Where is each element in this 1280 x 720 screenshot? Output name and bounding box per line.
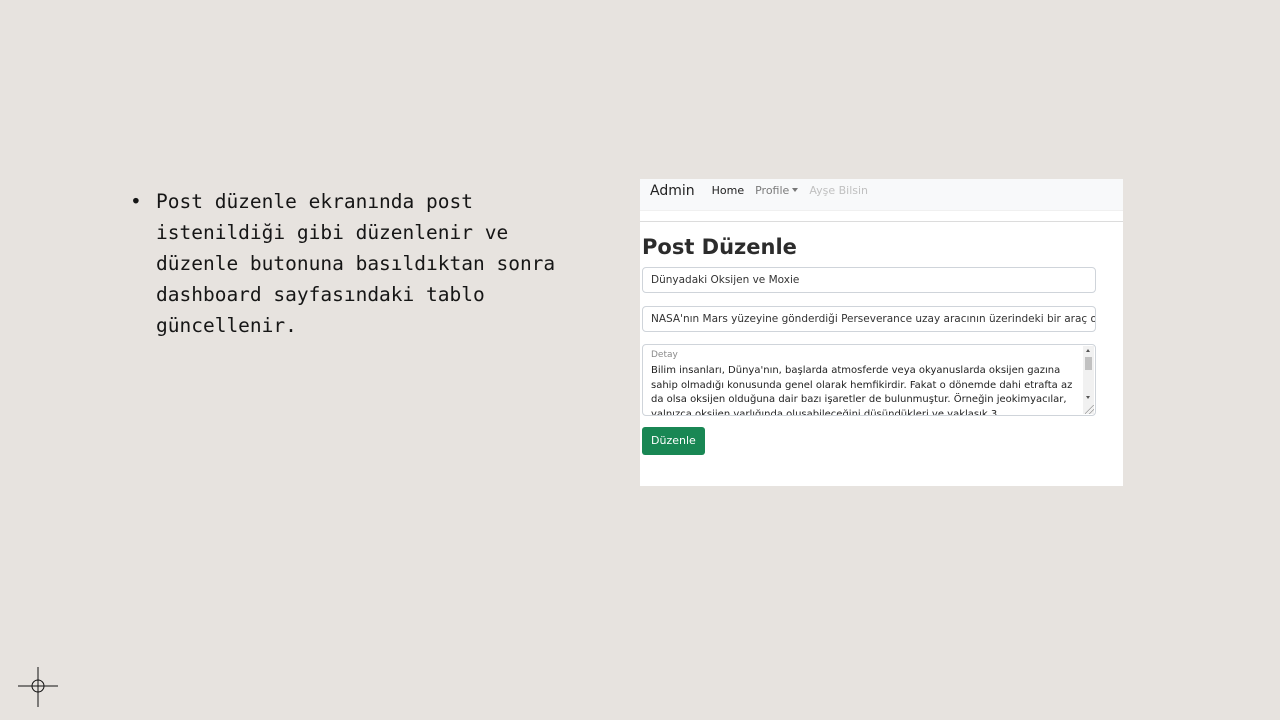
scrollbar-thumb[interactable] — [1085, 357, 1092, 370]
bullet-point: • Post düzenle ekranında post istenildiğ… — [130, 186, 580, 341]
nav-profile-label: Profile — [755, 183, 790, 197]
navbar: Admin Home Profile Ayşe Bilsin — [640, 179, 1123, 211]
page-title: Post Düzenle — [642, 235, 797, 259]
caret-down-icon — [792, 187, 799, 192]
post-title-input[interactable]: Dünyadaki Oksijen ve Moxie — [642, 267, 1096, 293]
post-detail-textarea[interactable]: Detay Bilim insanları, Dünya'nın, başlar… — [642, 344, 1096, 416]
divider — [640, 221, 1123, 222]
scroll-down-arrow-icon[interactable] — [1086, 396, 1090, 399]
navbar-brand[interactable]: Admin — [650, 183, 695, 199]
presentation-slide: • Post düzenle ekranında post istenildiğ… — [0, 0, 1280, 720]
app-screenshot: Admin Home Profile Ayşe Bilsin Post Düze… — [640, 179, 1123, 486]
crosshair-icon — [18, 667, 58, 707]
textarea-scrollbar[interactable] — [1083, 346, 1094, 414]
scroll-up-arrow-icon[interactable] — [1086, 349, 1090, 352]
bullet-symbol: • — [130, 190, 142, 213]
detail-text: Bilim insanları, Dünya'nın, başlarda atm… — [651, 365, 1073, 416]
detail-label: Detay — [651, 350, 678, 360]
nav-user-name: Ayşe Bilsin — [809, 183, 869, 197]
nav-home-link[interactable]: Home — [712, 184, 744, 197]
bullet-text: Post düzenle ekranında post istenildiği … — [156, 190, 556, 337]
nav-profile-dropdown[interactable]: Profile — [755, 183, 799, 197]
duzenle-submit-button[interactable]: Düzenle — [642, 427, 705, 455]
post-summary-input[interactable]: NASA'nın Mars yüzeyine gönderdiği Persev… — [642, 306, 1096, 332]
resize-handle-icon[interactable] — [1085, 405, 1094, 414]
